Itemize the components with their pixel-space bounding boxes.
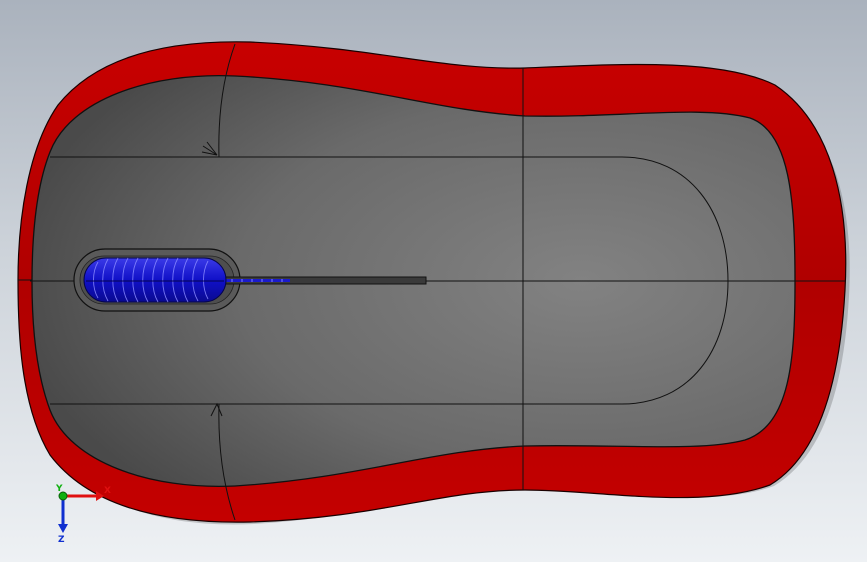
triad-y-label: Y [55,484,63,494]
triad-z-arrowhead [58,524,68,533]
cad-graphics-area[interactable]: X Y Z [0,0,867,562]
triad-x-label: X [104,486,111,496]
mouse-model-svg: X Y Z [17,41,850,545]
triad-z-label: Z [58,535,65,545]
